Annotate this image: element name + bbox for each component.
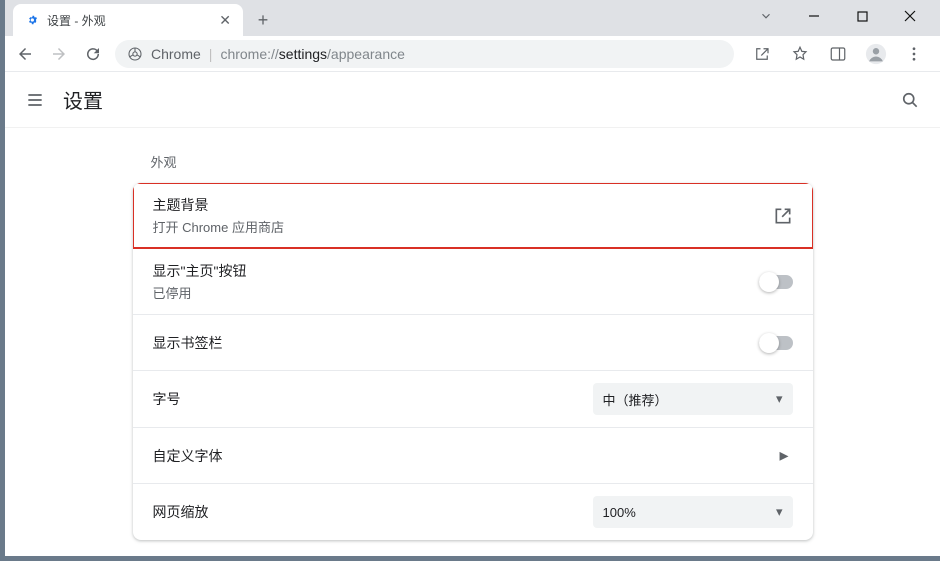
url-text: chrome://settings/appearance: [220, 46, 404, 62]
maximize-icon[interactable]: [848, 2, 876, 30]
row-sublabel: 已停用: [153, 283, 759, 302]
address-bar[interactable]: Chrome | chrome://settings/appearance: [115, 40, 734, 68]
chevron-right-icon: ▸: [779, 445, 792, 466]
row-label: 显示"主页"按钮: [153, 261, 759, 281]
appearance-card: 主题背景 打开 Chrome 应用商店 显示"主页"按钮 已停用 显示书签栏: [133, 183, 813, 540]
hamburger-icon[interactable]: [23, 88, 47, 112]
forward-icon[interactable]: [47, 42, 71, 66]
caret-down-icon: ▾: [776, 504, 783, 520]
window-controls: [752, 0, 940, 32]
row-bookmarks-bar: 显示书签栏: [133, 314, 813, 370]
close-icon[interactable]: ✕: [217, 12, 233, 29]
caret-down-icon: ▾: [776, 391, 783, 407]
row-home-button: 显示"主页"按钮 已停用: [133, 248, 813, 314]
select-value: 中（推荐）: [603, 390, 668, 409]
select-page-zoom[interactable]: 100% ▾: [593, 496, 793, 528]
row-label: 自定义字体: [153, 446, 780, 466]
row-page-zoom: 网页缩放 100% ▾: [133, 483, 813, 540]
search-icon[interactable]: [898, 88, 922, 112]
external-link-icon: [773, 206, 793, 226]
row-label: 主题背景: [153, 195, 773, 215]
toggle-bookmarks-bar[interactable]: [759, 336, 793, 350]
browser-tab[interactable]: 设置 - 外观 ✕: [13, 4, 243, 36]
profile-icon[interactable]: [864, 42, 888, 66]
minimize-icon[interactable]: [800, 2, 828, 30]
select-font-size[interactable]: 中（推荐） ▾: [593, 383, 793, 415]
settings-header: 设置: [5, 72, 940, 128]
toggle-home-button[interactable]: [759, 275, 793, 289]
section-label: 外观: [151, 152, 813, 171]
row-custom-fonts[interactable]: 自定义字体 ▸: [133, 427, 813, 483]
row-theme[interactable]: 主题背景 打开 Chrome 应用商店: [133, 183, 813, 248]
row-label: 显示书签栏: [153, 333, 759, 353]
row-font-size: 字号 中（推荐） ▾: [133, 370, 813, 427]
chrome-product-icon: [127, 46, 143, 62]
tab-strip: 设置 - 外观 ✕ +: [5, 0, 940, 36]
row-sublabel: 打开 Chrome 应用商店: [153, 217, 773, 236]
settings-content: 外观 主题背景 打开 Chrome 应用商店 显示"主页"按钮 已停用 显示书签…: [5, 128, 940, 540]
reload-icon[interactable]: [81, 42, 105, 66]
select-value: 100%: [603, 505, 636, 520]
chevron-down-icon[interactable]: [752, 2, 780, 30]
row-label: 网页缩放: [153, 502, 593, 522]
tab-title: 设置 - 外观: [47, 12, 209, 29]
kebab-menu-icon[interactable]: [902, 42, 926, 66]
row-label: 字号: [153, 389, 593, 409]
new-tab-button[interactable]: +: [249, 6, 277, 34]
origin-label: Chrome: [151, 46, 201, 62]
toolbar: Chrome | chrome://settings/appearance: [5, 36, 940, 72]
share-icon[interactable]: [750, 42, 774, 66]
bookmark-star-icon[interactable]: [788, 42, 812, 66]
page-title: 设置: [63, 85, 898, 114]
gear-icon: [23, 12, 39, 28]
back-icon[interactable]: [13, 42, 37, 66]
window-close-icon[interactable]: [896, 2, 924, 30]
side-panel-icon[interactable]: [826, 42, 850, 66]
separator: |: [209, 46, 213, 62]
